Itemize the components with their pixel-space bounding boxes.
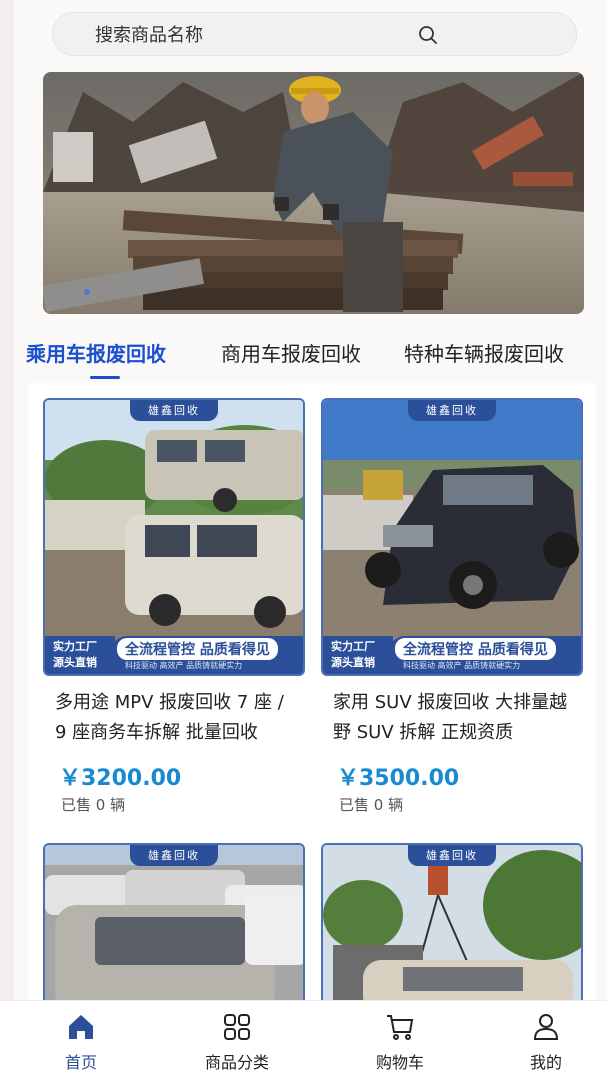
product-card[interactable]: 雄鑫回收 实力工厂 源头直销 全流程管控 品质看得见 科技驱动 高效产 品质铸就硬… <box>321 398 583 814</box>
carousel-indicator <box>84 289 90 295</box>
brand-tag: 雄鑫回收 <box>408 845 496 866</box>
banner-image <box>43 72 584 314</box>
home-icon <box>65 1011 97 1043</box>
promo-strip: 实力工厂 源头直销 全流程管控 品质看得见 科技驱动 高效产 品质铸就硬实力 <box>323 636 581 674</box>
tabbar-label: 我的 <box>529 1053 562 1072</box>
promo-strip: 实力工厂 源头直销 全流程管控 品质看得见 科技驱动 高效产 品质铸就硬实力 <box>45 636 303 674</box>
tabbar-label: 购物车 <box>375 1053 424 1072</box>
carousel-dot[interactable] <box>84 289 90 295</box>
bottom-tab-bar: 首页 商品分类 购物车 我的 <box>0 1000 607 1080</box>
tabbar-label: 商品分类 <box>204 1053 269 1072</box>
tabbar-home[interactable]: 首页 <box>26 1001 136 1080</box>
left-edge <box>0 0 14 1080</box>
tab-passenger-car[interactable]: 乘用车报废回收 <box>26 338 166 367</box>
brand-tag: 雄鑫回收 <box>130 845 218 866</box>
tabbar-label: 首页 <box>64 1053 97 1072</box>
brand-tag: 雄鑫回收 <box>130 400 218 421</box>
category-grid-icon <box>221 1011 253 1043</box>
product-image[interactable]: 雄鑫回收 <box>43 843 305 1013</box>
tab-commercial-vehicle[interactable]: 商用车报废回收 <box>221 338 361 367</box>
active-tab-indicator <box>90 376 120 379</box>
product-image[interactable]: 雄鑫回收 <box>321 843 583 1013</box>
tabbar-cart[interactable]: 购物车 <box>345 1001 455 1080</box>
product-price: ￥3200.00 <box>59 766 182 791</box>
category-tabs: 乘用车报废回收 商用车报废回收 特种车辆报废回收 <box>0 330 607 380</box>
product-card[interactable]: 雄鑫回收 实力工厂 源头直销 全流程管控 品质看得见 科技驱动 高效产 品质铸就硬… <box>43 398 305 814</box>
product-card[interactable]: 雄鑫回收 <box>43 843 305 1013</box>
product-sold-count: 已售 0 辆 <box>339 796 404 814</box>
tabbar-profile[interactable]: 我的 <box>491 1001 601 1080</box>
tab-special-vehicle[interactable]: 特种车辆报废回收 <box>404 338 564 367</box>
search-icon[interactable] <box>417 24 439 46</box>
user-icon <box>530 1011 562 1043</box>
product-sold-count: 已售 0 辆 <box>61 796 126 814</box>
tabbar-categories[interactable]: 商品分类 <box>182 1001 292 1080</box>
product-title[interactable]: 家用 SUV 报废回收 大排量越野 SUV 拆解 正规资质 <box>333 688 573 748</box>
product-image[interactable]: 雄鑫回收 实力工厂 源头直销 全流程管控 品质看得见 科技驱动 高效产 品质铸就硬… <box>321 398 583 676</box>
product-title[interactable]: 多用途 MPV 报废回收 7 座 / 9 座商务车拆解 批量回收 <box>55 688 295 748</box>
cart-icon <box>384 1011 416 1043</box>
product-price: ￥3500.00 <box>337 766 460 791</box>
product-card[interactable]: 雄鑫回收 <box>321 843 583 1013</box>
brand-tag: 雄鑫回收 <box>408 400 496 421</box>
banner-carousel[interactable] <box>43 72 584 314</box>
search-bar[interactable] <box>52 12 577 56</box>
product-image[interactable]: 雄鑫回收 实力工厂 源头直销 全流程管控 品质看得见 科技驱动 高效产 品质铸就硬… <box>43 398 305 676</box>
